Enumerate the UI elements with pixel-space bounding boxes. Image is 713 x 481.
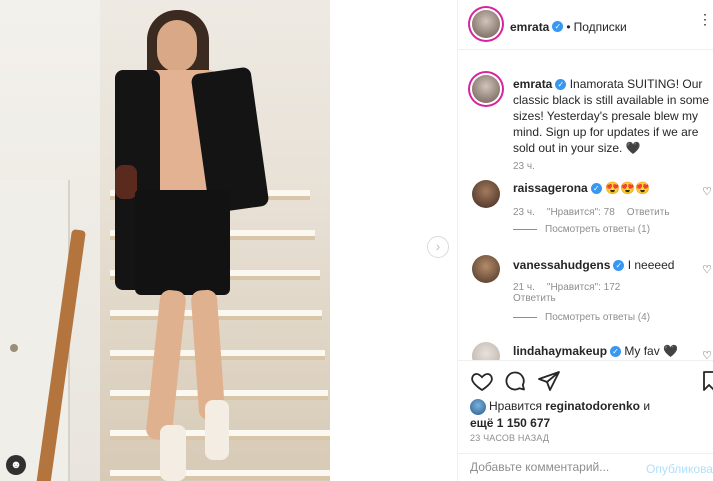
post-actions-bar xyxy=(458,360,713,400)
comment-text: 😍😍😍 xyxy=(605,181,650,195)
comment-item: vanessahudgens ✓ I neeeed xyxy=(513,258,674,272)
view-replies-label: Посмотреть ответы (4) xyxy=(545,312,651,323)
comment-likes[interactable]: "Нравится": 78 xyxy=(547,207,615,218)
comment-username[interactable]: raissagerona xyxy=(513,181,588,195)
view-replies-button[interactable]: Посмотреть ответы (1) xyxy=(513,224,650,235)
add-comment-bar: Опубликовать xyxy=(458,453,713,481)
comment-like-heart-icon[interactable]: ♡ xyxy=(702,185,712,198)
verified-badge-icon: ✓ xyxy=(613,260,625,272)
following-button[interactable]: Подписки xyxy=(574,20,627,34)
comment-username[interactable]: vanessahudgens xyxy=(513,258,610,272)
comment-text: My fav 🖤 xyxy=(624,344,678,358)
comment-avatar[interactable] xyxy=(472,342,500,360)
verified-badge-icon: ✓ xyxy=(552,21,564,33)
author-username[interactable]: emrata xyxy=(510,20,549,34)
post-photo[interactable]: ☻ xyxy=(0,0,330,481)
post-side-panel: emrata ✓ • Подписки ⋮ emrata ✓ Inamorata SUI… xyxy=(457,0,713,481)
header-separator: • xyxy=(566,20,571,34)
comment-like-heart-icon[interactable]: ♡ xyxy=(702,263,712,276)
publish-button[interactable]: Опубликовать xyxy=(646,462,713,476)
comment-meta: 21 ч. "Нравится": 172 xyxy=(513,282,632,293)
comment-input[interactable] xyxy=(470,460,640,474)
photo-person xyxy=(105,0,275,481)
comment-text: I neeeed xyxy=(627,258,675,272)
comment-username[interactable]: lindahaymakeup xyxy=(513,344,607,358)
comment-avatar[interactable] xyxy=(472,180,500,208)
carousel-next-arrow-icon[interactable]: › xyxy=(427,236,449,258)
verified-badge-icon: ✓ xyxy=(610,346,622,358)
likes-count[interactable]: ещё 1 150 677 xyxy=(470,416,550,430)
more-options-icon[interactable]: ⋮ xyxy=(698,12,712,26)
post-caption: emrata ✓ Inamorata SUITING! Our classic b… xyxy=(513,76,713,156)
view-replies-button[interactable]: Посмотреть ответы (4) xyxy=(513,312,650,323)
comments-list[interactable]: emrata ✓ Inamorata SUITING! Our classic b… xyxy=(458,50,713,360)
post-time[interactable]: 23 ЧАСОВ НАЗАД xyxy=(470,433,549,443)
comment-likes[interactable]: "Нравится": 172 xyxy=(547,282,620,293)
comment-item: lindahaymakeup ✓ My fav 🖤 xyxy=(513,344,678,358)
author-avatar[interactable] xyxy=(472,10,500,38)
comment-meta-reply: Ответить xyxy=(513,293,568,304)
comment-item: raissagerona ✓ 😍😍😍 xyxy=(513,181,650,195)
comment-like-heart-icon[interactable]: ♡ xyxy=(702,349,712,360)
user-tag-icon[interactable]: ☻ xyxy=(6,455,26,475)
photo-door-knob xyxy=(10,344,18,352)
verified-badge-icon: ✓ xyxy=(590,183,602,195)
caption-username[interactable]: emrata xyxy=(513,77,552,91)
verified-badge-icon: ✓ xyxy=(555,79,567,91)
caption-avatar[interactable] xyxy=(472,75,500,103)
likes-conj: и xyxy=(643,399,651,413)
share-send-icon[interactable] xyxy=(537,369,561,393)
comment-avatar[interactable] xyxy=(472,255,500,283)
post-header: emrata ✓ • Подписки ⋮ xyxy=(458,0,713,50)
caption-time[interactable]: 23 ч. xyxy=(513,161,535,172)
view-replies-label: Посмотреть ответы (1) xyxy=(545,224,651,235)
save-bookmark-icon[interactable] xyxy=(702,369,713,393)
comment-meta: 23 ч. "Нравится": 78 Ответить xyxy=(513,207,682,218)
liker-username[interactable]: reginatodorenko xyxy=(545,399,640,413)
comment-bubble-icon[interactable] xyxy=(503,369,527,393)
comment-time[interactable]: 21 ч. xyxy=(513,282,535,293)
reply-button[interactable]: Ответить xyxy=(513,293,556,304)
comment-time[interactable]: 23 ч. xyxy=(513,207,535,218)
reply-button[interactable]: Ответить xyxy=(627,207,670,218)
like-heart-icon[interactable] xyxy=(470,369,494,393)
likes-summary: Нравится reginatodorenko и ещё 1 150 677 xyxy=(470,398,710,431)
liker-avatar[interactable] xyxy=(470,398,486,415)
likes-prefix: Нравится xyxy=(489,399,542,413)
